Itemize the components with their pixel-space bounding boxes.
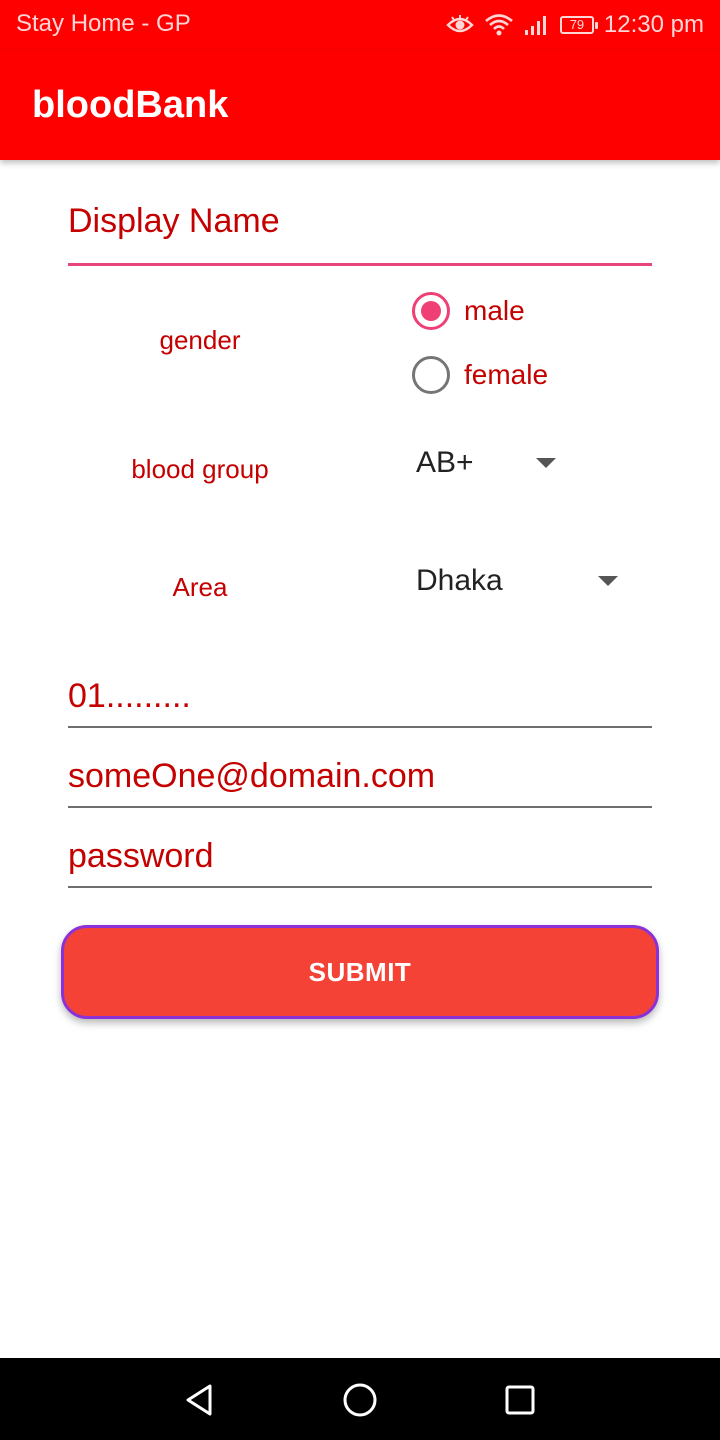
email-placeholder: someOne@domain.com (68, 757, 436, 795)
wifi-icon (484, 13, 514, 37)
blood-group-value: AB+ (416, 446, 474, 479)
display-name-input[interactable]: Display Name (68, 196, 652, 266)
radio-label-male: male (464, 295, 525, 326)
navigation-bar (0, 1358, 720, 1440)
dropdown-arrow-icon (536, 458, 556, 468)
display-name-placeholder: Display Name (68, 202, 280, 240)
radio-label-female: female (464, 359, 549, 390)
password-input[interactable]: password (68, 832, 652, 888)
signal-icon (524, 14, 550, 36)
recents-icon[interactable] (500, 1380, 540, 1420)
area-value: Dhaka (416, 564, 503, 597)
password-placeholder: password (68, 837, 214, 875)
radio-unchecked-icon[interactable] (412, 356, 450, 394)
email-input[interactable]: someOne@domain.com (68, 752, 652, 808)
phone-placeholder: 01......... (68, 677, 191, 715)
status-bar: Stay Home - GP 79 12:30 pm (0, 0, 720, 50)
gender-radio-female[interactable]: female (412, 356, 548, 394)
area-label: Area (172, 572, 228, 602)
dropdown-arrow-icon (598, 576, 618, 586)
area-dropdown[interactable]: Dhaka (416, 564, 618, 598)
carrier-name: Stay Home - GP (16, 10, 191, 37)
submit-label: SUBMIT (308, 956, 412, 987)
home-icon[interactable] (340, 1380, 380, 1420)
phone-input[interactable]: 01......... (68, 672, 652, 728)
gender-label: gender (159, 325, 241, 355)
back-icon[interactable] (180, 1380, 220, 1420)
app-title: bloodBank (32, 84, 229, 126)
screen: Stay Home - GP 79 12:30 pm bloodBank Dis… (0, 0, 720, 1440)
radio-checked-icon[interactable] (412, 292, 450, 330)
gender-radio-male[interactable]: male (412, 292, 525, 330)
submit-button[interactable]: SUBMIT (61, 925, 659, 1019)
battery-level: 79 (569, 17, 585, 32)
status-time: 12:30 pm (603, 11, 704, 38)
blood-group-label: blood group (131, 454, 269, 484)
eye-icon (446, 15, 474, 35)
blood-group-dropdown[interactable]: AB+ (416, 446, 556, 480)
battery-icon: 79 (559, 16, 598, 34)
app-bar: bloodBank (0, 50, 720, 160)
status-icons: 79 12:30 pm (446, 9, 704, 41)
